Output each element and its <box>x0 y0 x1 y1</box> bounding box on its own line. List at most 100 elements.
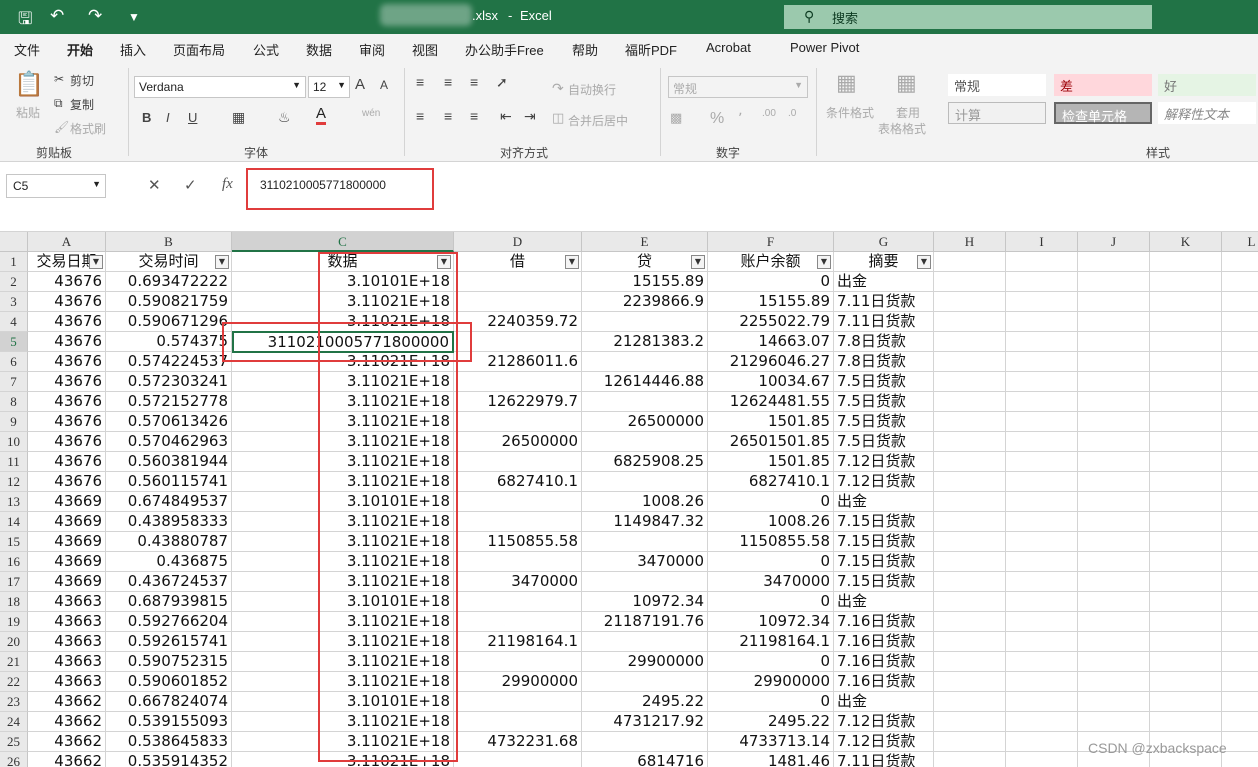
table-cell[interactable] <box>1222 372 1258 392</box>
row-header[interactable]: 1 <box>0 252 28 272</box>
table-cell[interactable] <box>1150 472 1222 492</box>
table-cell[interactable]: 1150855.58 <box>454 532 582 552</box>
paste-button[interactable]: 粘贴 <box>16 104 40 121</box>
table-header-cell[interactable]: 贷 ▼ <box>582 252 708 272</box>
column-header-g[interactable]: G <box>834 232 934 252</box>
table-cell[interactable] <box>582 732 708 752</box>
copy-button[interactable]: 复制 <box>70 96 94 113</box>
row-header[interactable]: 19 <box>0 612 28 632</box>
table-cell[interactable] <box>454 752 582 767</box>
table-cell[interactable] <box>1078 672 1150 692</box>
table-cell[interactable]: 43676 <box>28 372 106 392</box>
table-cell[interactable]: 0.693472222 <box>106 272 232 292</box>
table-cell[interactable]: 7.12日货款 <box>834 472 934 492</box>
table-cell[interactable]: 0.539155093 <box>106 712 232 732</box>
row-header[interactable]: 15 <box>0 532 28 552</box>
table-cell[interactable]: 43676 <box>28 392 106 412</box>
table-cell[interactable] <box>1222 552 1258 572</box>
table-cell[interactable]: 43662 <box>28 692 106 712</box>
table-cell[interactable] <box>1222 572 1258 592</box>
table-cell[interactable] <box>1078 352 1150 372</box>
table-cell[interactable] <box>1222 392 1258 412</box>
table-cell[interactable] <box>934 732 1006 752</box>
table-cell[interactable]: 出金 <box>834 592 934 612</box>
table-cell[interactable] <box>1150 672 1222 692</box>
row-header[interactable]: 4 <box>0 312 28 332</box>
search-box[interactable]: ⚲ 搜索 <box>784 5 1152 29</box>
table-cell[interactable]: 0.592766204 <box>106 612 232 632</box>
table-cell[interactable] <box>1150 592 1222 612</box>
table-cell[interactable] <box>454 332 582 352</box>
table-cell[interactable]: 出金 <box>834 272 934 292</box>
table-cell[interactable] <box>934 372 1006 392</box>
table-cell[interactable] <box>582 572 708 592</box>
table-cell[interactable]: 6827410.1 <box>454 472 582 492</box>
tab-file[interactable]: 文件 <box>14 40 40 59</box>
table-cell[interactable] <box>1150 372 1222 392</box>
table-cell[interactable]: 43662 <box>28 752 106 767</box>
table-cell[interactable]: 43669 <box>28 512 106 532</box>
table-cell[interactable] <box>1078 392 1150 412</box>
cut-button[interactable]: 剪切 <box>70 72 94 89</box>
align-right-icon[interactable]: ≡ <box>470 108 478 124</box>
cancel-icon[interactable]: ✕ <box>148 176 161 194</box>
table-cell[interactable]: 21187191.76 <box>582 612 708 632</box>
table-cell[interactable]: 0.436875 <box>106 552 232 572</box>
italic-button[interactable]: I <box>166 110 170 125</box>
table-cell[interactable]: 7.12日货款 <box>834 732 934 752</box>
tab-help[interactable]: 帮助 <box>572 40 598 59</box>
table-cell[interactable] <box>1006 512 1078 532</box>
table-cell[interactable] <box>1222 592 1258 612</box>
table-cell[interactable]: 0.574375 <box>106 332 232 352</box>
table-cell[interactable] <box>1078 412 1150 432</box>
table-cell[interactable] <box>1150 352 1222 372</box>
table-cell[interactable] <box>934 532 1006 552</box>
filter-dropdown-icon[interactable]: ▼ <box>565 255 579 269</box>
table-cell[interactable] <box>1222 672 1258 692</box>
format-as-table-button-2[interactable]: 表格格式 <box>878 120 926 137</box>
table-cell[interactable] <box>934 512 1006 532</box>
merge-center-button[interactable]: 合并后居中 <box>568 112 628 129</box>
table-cell[interactable]: 0.570462963 <box>106 432 232 452</box>
table-header-cell[interactable]: 摘要 ▼ <box>834 252 934 272</box>
table-cell[interactable] <box>1006 332 1078 352</box>
table-cell[interactable] <box>934 552 1006 572</box>
row-header[interactable]: 13 <box>0 492 28 512</box>
table-cell[interactable] <box>1150 312 1222 332</box>
column-header-h[interactable]: H <box>934 232 1006 252</box>
table-cell[interactable] <box>1222 312 1258 332</box>
table-cell[interactable]: 43676 <box>28 472 106 492</box>
table-cell[interactable] <box>934 272 1006 292</box>
table-cell[interactable] <box>582 432 708 452</box>
table-cell[interactable]: 1008.26 <box>708 512 834 532</box>
table-cell[interactable] <box>1006 612 1078 632</box>
table-cell[interactable]: 3470000 <box>582 552 708 572</box>
table-cell[interactable]: 26500000 <box>454 432 582 452</box>
table-cell[interactable]: 15155.89 <box>582 272 708 292</box>
format-painter-button[interactable]: 格式刷 <box>70 120 106 137</box>
table-cell[interactable]: 7.11日货款 <box>834 292 934 312</box>
align-middle-icon[interactable]: ≡ <box>444 74 452 90</box>
table-cell[interactable] <box>934 432 1006 452</box>
table-cell[interactable] <box>1006 492 1078 512</box>
table-cell[interactable] <box>1222 512 1258 532</box>
table-cell[interactable]: 0 <box>708 492 834 512</box>
table-cell[interactable] <box>454 492 582 512</box>
tab-review[interactable]: 审阅 <box>359 40 385 59</box>
table-cell[interactable] <box>934 332 1006 352</box>
row-header[interactable]: 17 <box>0 572 28 592</box>
table-cell[interactable]: 21286011.6 <box>454 352 582 372</box>
table-cell[interactable]: 7.15日货款 <box>834 512 934 532</box>
table-cell[interactable] <box>1150 712 1222 732</box>
column-header-f[interactable]: F <box>708 232 834 252</box>
table-cell[interactable]: 1501.85 <box>708 412 834 432</box>
table-cell[interactable] <box>1078 312 1150 332</box>
table-header-cell[interactable]: 借 ▼ <box>454 252 582 272</box>
table-cell[interactable] <box>934 712 1006 732</box>
table-cell[interactable]: 29900000 <box>708 672 834 692</box>
table-cell[interactable] <box>1006 472 1078 492</box>
wrap-text-button[interactable]: 自动换行 <box>568 81 616 98</box>
filter-dropdown-icon[interactable]: ▼ <box>89 255 103 269</box>
table-cell[interactable]: 0.43880787 <box>106 532 232 552</box>
table-cell[interactable] <box>1150 492 1222 512</box>
